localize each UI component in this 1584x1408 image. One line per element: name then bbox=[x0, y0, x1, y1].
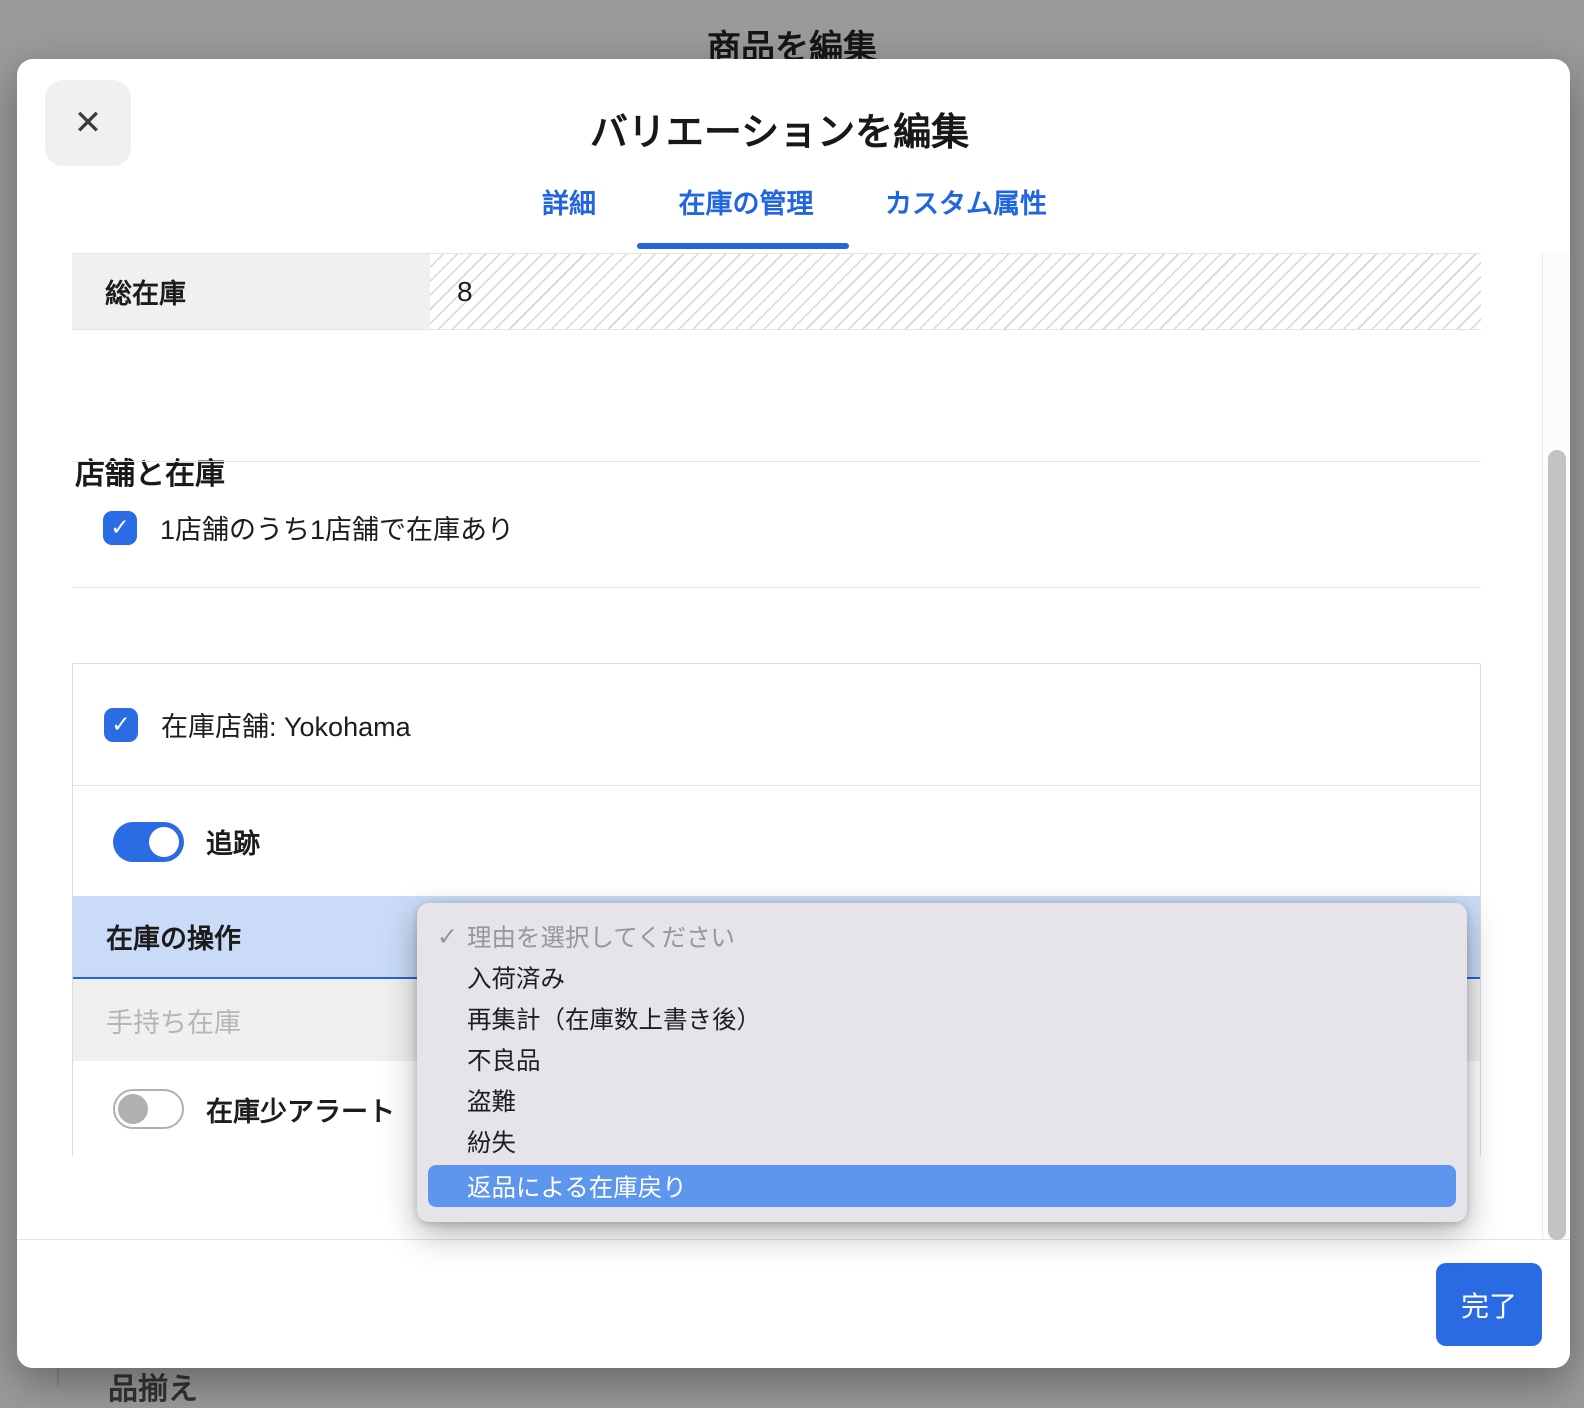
tracking-toggle-label: 追跡 bbox=[206, 829, 260, 859]
reason-dropdown-menu: ✓ 理由を選択してください 入荷済み 再集計（在庫数上書き後） 不良品 盗難 紛… bbox=[417, 903, 1467, 1222]
toggle-knob bbox=[118, 1094, 148, 1124]
tab-details[interactable]: 詳細 bbox=[542, 182, 596, 221]
check-icon: ✓ bbox=[110, 514, 130, 540]
low-stock-toggle-label: 在庫少アラート bbox=[206, 1096, 395, 1127]
dropdown-option-received[interactable]: 入荷済み bbox=[417, 957, 1467, 998]
check-icon: ✓ bbox=[437, 922, 458, 951]
dropdown-option-recount[interactable]: 再集計（在庫数上書き後） bbox=[417, 998, 1467, 1039]
store-checkbox[interactable]: ✓ bbox=[104, 707, 138, 742]
low-stock-toggle[interactable] bbox=[113, 1089, 184, 1129]
modal-footer: 完了 bbox=[17, 1239, 1570, 1368]
total-inventory-value: 8 bbox=[430, 254, 1481, 329]
dropdown-option-theft[interactable]: 盗難 bbox=[417, 1080, 1467, 1121]
availability-checkbox-row[interactable]: ✓ 1店舗のうち1店舗で在庫あり bbox=[103, 508, 514, 547]
tracking-toggle[interactable] bbox=[113, 821, 184, 862]
section-divider bbox=[72, 587, 1481, 588]
tab-custom-attributes[interactable]: カスタム属性 bbox=[885, 182, 1047, 221]
total-inventory-label: 総在庫 bbox=[72, 254, 430, 329]
stores-section-heading: 店舗と在庫 bbox=[75, 458, 225, 491]
active-tab-underline bbox=[637, 243, 849, 249]
tab-inventory-management[interactable]: 在庫の管理 bbox=[679, 182, 814, 221]
done-button[interactable]: 完了 bbox=[1436, 1263, 1542, 1346]
availability-checkbox[interactable]: ✓ bbox=[103, 510, 137, 545]
dropdown-option-label: 理由を選択してください bbox=[467, 925, 736, 952]
store-checkbox-row[interactable]: ✓ 在庫店舗: Yokohama bbox=[73, 664, 1480, 786]
tracking-row: 追跡 bbox=[73, 787, 1480, 896]
stock-action-label: 在庫の操作 bbox=[106, 924, 241, 954]
availability-checkbox-label: 1店舗のうち1店舗で在庫あり bbox=[160, 515, 515, 545]
background-partial-text: 品揃え bbox=[108, 1373, 198, 1406]
dropdown-option-restock-return[interactable]: 返品による在庫戻り bbox=[428, 1165, 1456, 1207]
dropdown-option-loss[interactable]: 紛失 bbox=[417, 1121, 1467, 1162]
store-checkbox-label: 在庫店舗: Yokohama bbox=[161, 712, 411, 742]
modal-title: バリエーションを編集 bbox=[589, 112, 970, 154]
total-inventory-row: 総在庫 8 bbox=[72, 253, 1481, 330]
check-icon: ✓ bbox=[111, 711, 131, 737]
dropdown-option-damaged[interactable]: 不良品 bbox=[417, 1039, 1467, 1080]
section-divider bbox=[72, 461, 1481, 462]
edit-variation-modal: ✕ バリエーションを編集 詳細 在庫の管理 カスタム属性 総在庫 8 店舗と在庫… bbox=[17, 59, 1570, 1368]
background-divider bbox=[57, 1368, 59, 1386]
total-inventory-value-text: 8 bbox=[457, 275, 473, 307]
toggle-knob bbox=[149, 826, 179, 857]
on-hand-label: 手持ち在庫 bbox=[106, 1007, 241, 1038]
dropdown-option-placeholder[interactable]: ✓ 理由を選択してください bbox=[417, 916, 1467, 957]
scrollbar-thumb[interactable] bbox=[1548, 450, 1566, 1240]
